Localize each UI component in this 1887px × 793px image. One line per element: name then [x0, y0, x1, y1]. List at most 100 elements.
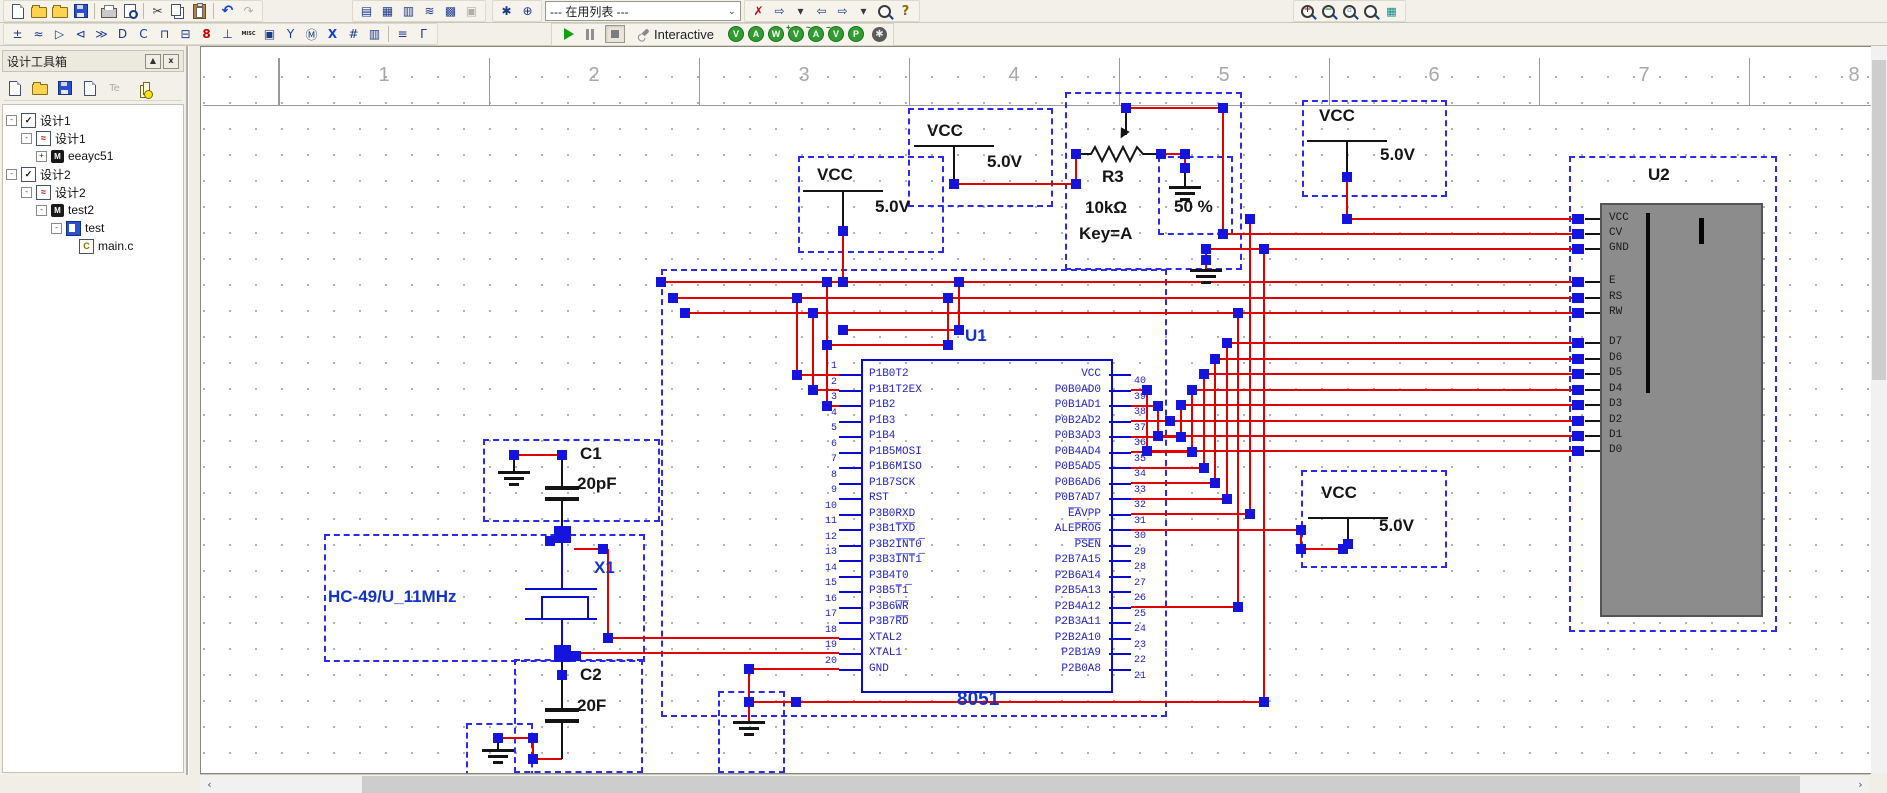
- wire[interactable]: [1585, 373, 1600, 375]
- wire[interactable]: [1109, 405, 1131, 407]
- component-label[interactable]: R3: [1102, 167, 1124, 187]
- wire[interactable]: [1109, 498, 1131, 500]
- wire[interactable]: [842, 231, 844, 282]
- wire[interactable]: [1249, 219, 1251, 514]
- wire[interactable]: [839, 529, 861, 531]
- erc-check-button[interactable]: ✗: [748, 2, 769, 20]
- collapse-icon[interactable]: -: [36, 204, 47, 216]
- wire[interactable]: [1191, 390, 1193, 452]
- spice-netlist-button[interactable]: ▥: [398, 2, 419, 20]
- wire[interactable]: [1585, 450, 1600, 452]
- place-advanced-peripherals-button[interactable]: ▣: [259, 25, 280, 43]
- grapher-button[interactable]: ≋: [419, 2, 440, 20]
- tree-item-设计2[interactable]: - ✓ 设计2: [3, 165, 183, 183]
- expand-icon[interactable]: +: [36, 150, 47, 162]
- wire[interactable]: [843, 329, 959, 331]
- wire[interactable]: [1109, 420, 1131, 423]
- zoom-fit-button[interactable]: [1360, 2, 1381, 20]
- probe-v-button[interactable]: V −: [826, 23, 844, 42]
- wire[interactable]: [1237, 313, 1239, 607]
- wire[interactable]: [561, 537, 563, 589]
- toggle-spreadsheet-button[interactable]: ▦: [377, 2, 398, 20]
- wire[interactable]: [1214, 359, 1216, 483]
- place-mixed-button[interactable]: ⊟: [175, 25, 196, 43]
- wire[interactable]: [1109, 389, 1131, 392]
- wire[interactable]: [839, 560, 861, 562]
- wire[interactable]: [839, 389, 861, 392]
- wire[interactable]: [1109, 467, 1131, 469]
- minimize-panel-button[interactable]: ▲: [145, 53, 161, 69]
- wire[interactable]: [673, 297, 1579, 299]
- wire[interactable]: [839, 591, 861, 593]
- place-basic-button[interactable]: ≈: [28, 25, 49, 43]
- component-label[interactable]: VCC: [1321, 483, 1357, 503]
- place-transistor-button[interactable]: ⊲: [70, 25, 91, 43]
- wire[interactable]: [947, 298, 949, 345]
- wire[interactable]: [1346, 177, 1348, 219]
- wire[interactable]: [1301, 548, 1343, 550]
- collapse-icon[interactable]: -: [6, 168, 17, 180]
- transfer-forward-button[interactable]: ⇨: [769, 2, 790, 20]
- component-label[interactable]: 5.0V: [1379, 516, 1414, 536]
- wire[interactable]: [1109, 637, 1131, 640]
- place-ni-button[interactable]: X: [322, 25, 343, 43]
- capacitor-plate[interactable]: [545, 719, 579, 723]
- wire[interactable]: [1109, 513, 1131, 516]
- wire[interactable]: [839, 498, 861, 500]
- wire[interactable]: [1170, 420, 1579, 422]
- wire[interactable]: [1215, 358, 1579, 360]
- close-panel-button[interactable]: x: [163, 53, 179, 69]
- copy-button[interactable]: [168, 2, 189, 20]
- toggle-design-toolbox-button[interactable]: ▤: [356, 2, 377, 20]
- wire[interactable]: [1585, 420, 1600, 422]
- wire[interactable]: [1585, 281, 1600, 283]
- fullscreen-button[interactable]: ▦: [1381, 2, 1402, 20]
- component-label[interactable]: 10kΩ: [1085, 198, 1127, 218]
- probe-v-button[interactable]: V +: [786, 23, 804, 42]
- wire[interactable]: [1109, 560, 1131, 562]
- wire[interactable]: [608, 637, 839, 639]
- wire[interactable]: [1158, 435, 1579, 437]
- save-button[interactable]: [70, 2, 91, 20]
- wire[interactable]: [1585, 297, 1600, 299]
- open-button[interactable]: [28, 2, 49, 20]
- wire[interactable]: [1109, 591, 1131, 593]
- transfer-export-button[interactable]: ⇨: [832, 2, 853, 20]
- wire[interactable]: [514, 454, 562, 456]
- selected-junction-handle[interactable]: [554, 526, 571, 543]
- find-button[interactable]: [874, 2, 895, 20]
- wire[interactable]: [1203, 374, 1205, 468]
- layers-button[interactable]: [129, 79, 153, 99]
- wire[interactable]: [1109, 544, 1131, 547]
- component-label[interactable]: 8051: [957, 689, 999, 711]
- place-misc-button[interactable]: MISC: [238, 25, 259, 43]
- place-diode-button[interactable]: ▷: [49, 25, 70, 43]
- wire[interactable]: [839, 451, 861, 454]
- wire[interactable]: [1585, 404, 1600, 406]
- wire[interactable]: [562, 652, 839, 654]
- place-power-button[interactable]: ⊥: [217, 25, 238, 43]
- wire[interactable]: [1109, 622, 1131, 624]
- tree-item-eeayc51[interactable]: + Meeayc51: [3, 147, 183, 165]
- pause-simulation-button[interactable]: [586, 28, 594, 40]
- hierarchy-button[interactable]: ≡: [392, 25, 413, 43]
- wire[interactable]: [1585, 342, 1600, 344]
- wire[interactable]: [842, 191, 844, 231]
- wire[interactable]: [839, 575, 861, 578]
- open-sample-button[interactable]: [49, 2, 70, 20]
- collapse-icon[interactable]: -: [6, 114, 17, 126]
- postprocessor-button[interactable]: ▩: [440, 2, 461, 20]
- component-label[interactable]: C1: [580, 444, 602, 464]
- wire[interactable]: [1226, 343, 1228, 499]
- wire[interactable]: [839, 374, 861, 376]
- undo-button[interactable]: ↶: [217, 2, 238, 20]
- place-source-button[interactable]: ±: [7, 25, 28, 43]
- potentiometer-zigzag[interactable]: [1086, 144, 1152, 164]
- wire[interactable]: [1585, 248, 1600, 250]
- wire[interactable]: [561, 657, 563, 708]
- component-label[interactable]: X1: [594, 558, 615, 578]
- wire[interactable]: [1109, 606, 1131, 609]
- wire[interactable]: [748, 669, 750, 721]
- tree-item-设计1[interactable]: - ≈ 设计1: [3, 129, 183, 147]
- wire[interactable]: [839, 653, 861, 655]
